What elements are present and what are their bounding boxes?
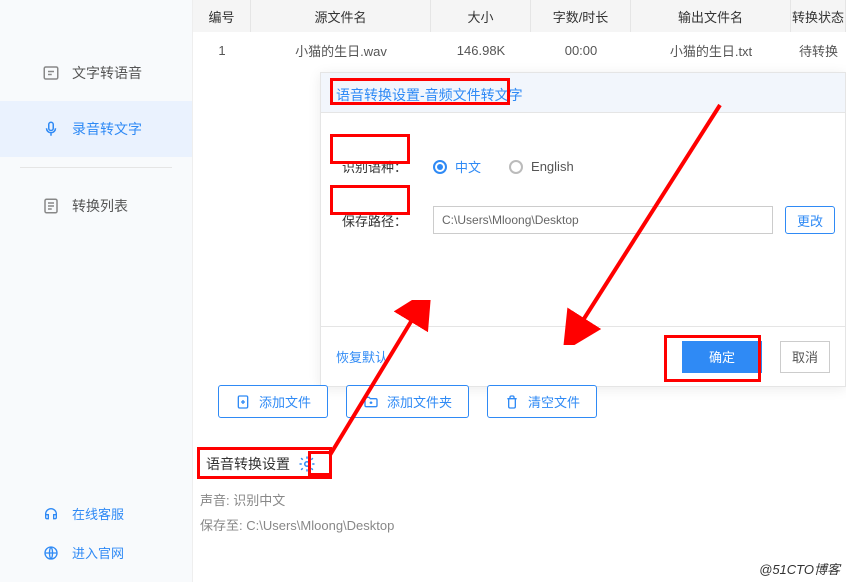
td-id: 1 [193,32,251,68]
add-file-button[interactable]: 添加文件 [218,385,328,418]
cancel-button[interactable]: 取消 [780,341,830,373]
table-header: 编号 源文件名 大小 字数/时长 输出文件名 转换状态 [193,0,846,32]
mic-icon [42,120,60,138]
file-plus-icon [235,394,251,410]
restore-link[interactable]: 恢复默认 [336,347,388,366]
voice-value: 识别中文 [233,493,285,508]
sidebar-item-tts[interactable]: 文字转语音 [0,45,192,101]
settings-title: 语音转换设置 [206,454,290,474]
lang-label: 识别语种： [336,153,413,180]
panel-title: 语音转换设置-音频文件转文字 [336,85,523,105]
radio-circle-icon [509,160,523,174]
radio-label: 中文 [455,157,481,176]
td-size: 146.98K [431,32,531,68]
panel-footer: 恢复默认 确定 取消 [321,326,845,386]
gear-icon [298,455,316,473]
sidebar-label: 在线客服 [72,504,124,523]
headset-icon [42,505,60,523]
lang-radio-group: 中文 English [433,157,574,176]
settings-section: 语音转换设置 声音: 识别中文 保存至: C:\Users\Mloong\Des… [200,450,394,540]
th-id: 编号 [193,0,251,32]
tts-icon [42,64,60,82]
settings-panel: 语音转换设置-音频文件转文字 识别语种： 中文 English 保存路径： 更改… [320,72,846,387]
sidebar-item-website[interactable]: 进入官网 [0,533,192,572]
save-label: 保存至: [200,518,243,533]
settings-header[interactable]: 语音转换设置 [200,450,394,478]
th-dur: 字数/时长 [531,0,631,32]
watermark: @51CTO博客 [759,559,840,578]
sidebar-item-list[interactable]: 转换列表 [0,178,192,234]
folder-plus-icon [363,394,379,410]
radio-label: English [531,159,574,174]
save-value: C:\Users\Mloong\Desktop [246,518,394,533]
list-icon [42,197,60,215]
radio-zh[interactable]: 中文 [433,157,481,176]
sidebar-label: 转换列表 [72,196,128,216]
tool-label: 清空文件 [528,392,580,411]
th-src: 源文件名 [251,0,431,32]
sidebar-label: 文字转语音 [72,63,142,83]
radio-circle-icon [433,160,447,174]
th-status: 转换状态 [791,0,846,32]
divider [20,167,172,168]
tool-label: 添加文件 [259,392,311,411]
th-size: 大小 [431,0,531,32]
td-src: 小猫的生日.wav [251,32,431,68]
voice-label: 声音: [200,493,230,508]
settings-info: 声音: 识别中文 保存至: C:\Users\Mloong\Desktop [200,490,394,534]
add-folder-button[interactable]: 添加文件夹 [346,385,469,418]
table-row[interactable]: 1 小猫的生日.wav 146.98K 00:00 小猫的生日.txt 待转换 [193,32,846,68]
change-button[interactable]: 更改 [785,206,835,234]
toolbar: 添加文件 添加文件夹 清空文件 [218,385,597,418]
td-dur: 00:00 [531,32,631,68]
globe-icon [42,544,60,562]
td-out: 小猫的生日.txt [631,32,791,68]
path-input[interactable] [433,206,773,234]
td-status: 待转换 [791,32,846,68]
confirm-button[interactable]: 确定 [682,341,762,373]
tool-label: 添加文件夹 [387,392,452,411]
path-label: 保存路径： [336,207,413,234]
sidebar: 文字转语音 录音转文字 转换列表 在线客服 进入官网 [0,0,193,582]
sidebar-label: 录音转文字 [72,119,142,139]
sidebar-label: 进入官网 [72,543,124,562]
sidebar-item-support[interactable]: 在线客服 [0,494,192,533]
clear-button[interactable]: 清空文件 [487,385,597,418]
trash-icon [504,394,520,410]
radio-en[interactable]: English [509,159,574,174]
th-out: 输出文件名 [631,0,791,32]
sidebar-item-stt[interactable]: 录音转文字 [0,101,192,157]
